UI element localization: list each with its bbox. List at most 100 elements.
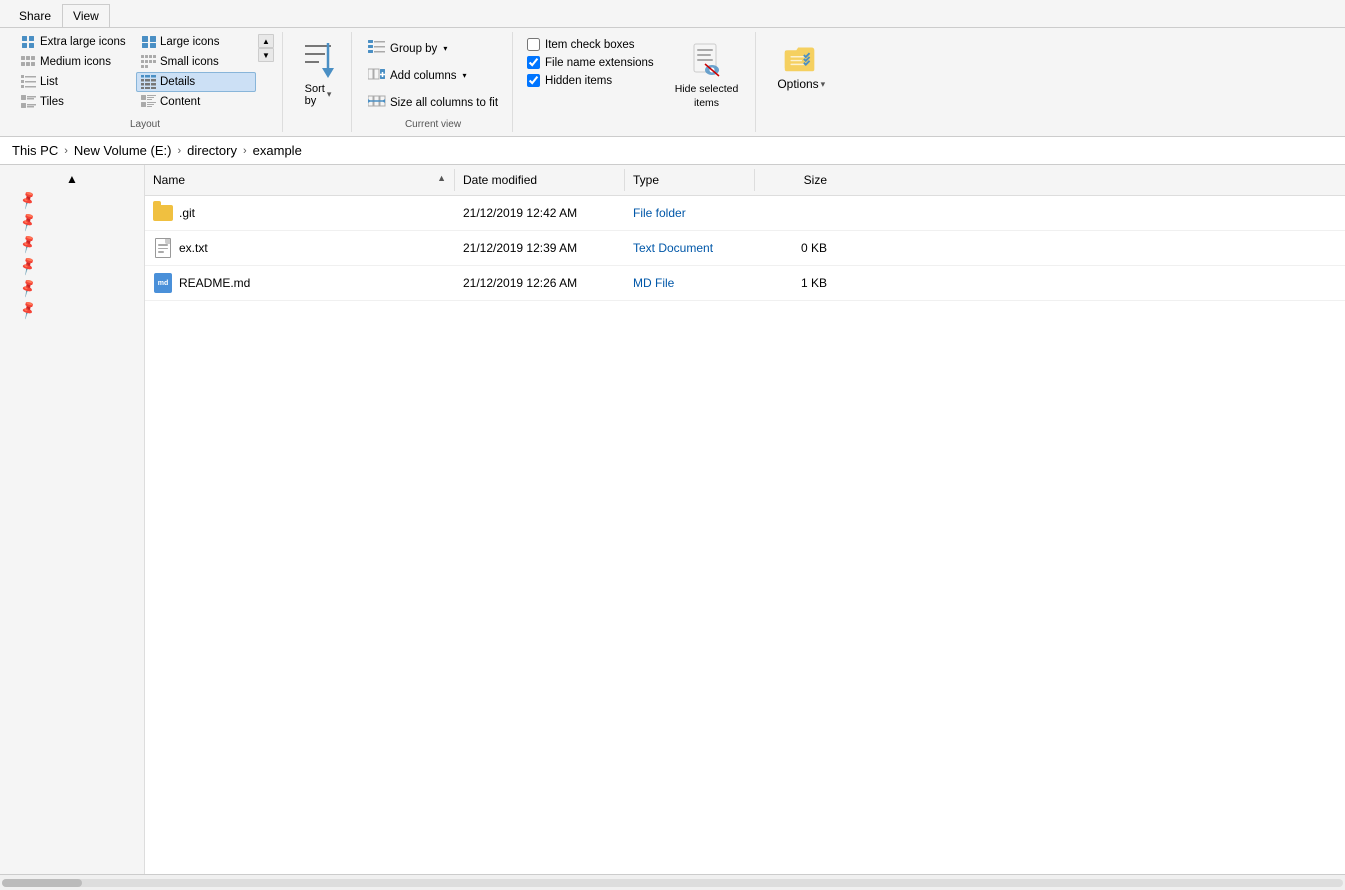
layout-tiles-label: Tiles (40, 96, 64, 108)
col-header-date[interactable]: Date modified (455, 169, 625, 191)
file-name-extensions-input[interactable] (527, 56, 540, 69)
small-icons-icon (141, 55, 157, 69)
current-view-group: Group by ▾ Add columns (354, 32, 513, 132)
sort-label: Sortby (305, 83, 325, 107)
hide-selected-icon (687, 41, 727, 81)
layout-large-icons[interactable]: Large icons (136, 32, 256, 52)
add-columns-arrow: ▾ (462, 71, 466, 80)
add-columns-label: Add columns (390, 70, 456, 82)
hidden-items-label: Hidden items (545, 75, 612, 87)
item-check-boxes-input[interactable] (527, 38, 540, 51)
medium-icons-icon (21, 55, 37, 69)
file-area: Name ▲ Date modified Type Size .git 2 (145, 165, 1345, 874)
group-by-button[interactable]: Group by ▾ (362, 36, 453, 61)
file-type-git: File folder (625, 202, 755, 224)
layout-details[interactable]: Details (136, 72, 256, 92)
file-name-txt-label: ex.txt (179, 241, 208, 255)
layout-large-label: Large icons (160, 36, 219, 48)
layout-scroll-down[interactable]: ▼ (258, 48, 274, 62)
show-hide-checkboxes: Item check boxes File name extensions Hi… (523, 36, 658, 89)
layout-group: Extra large icons Large icons (8, 32, 283, 132)
textfile-icon-wrapper (153, 238, 173, 258)
col-header-size[interactable]: Size (755, 169, 835, 191)
col-header-name[interactable]: Name ▲ (145, 169, 455, 191)
ribbon-tab-bar: Share View (0, 4, 1345, 27)
file-name-txt: ex.txt (145, 234, 455, 262)
options-group: Options ▾ (758, 32, 844, 132)
layout-content[interactable]: Content (136, 92, 256, 112)
file-type-txt: Text Document (625, 237, 755, 259)
file-name-extensions-toggle[interactable]: File name extensions (523, 54, 658, 71)
table-row[interactable]: ex.txt 21/12/2019 12:39 AM Text Document… (145, 231, 1345, 266)
scroll-thumb[interactable] (2, 879, 82, 887)
table-row[interactable]: .git 21/12/2019 12:42 AM File folder (145, 196, 1345, 231)
breadcrumb-new-volume[interactable]: New Volume (E:) (74, 143, 172, 158)
options-arrow: ▾ (821, 79, 826, 90)
sort-indicator: ▲ (437, 173, 446, 183)
hide-selected-items-button[interactable]: Hide selecteditems (666, 36, 748, 115)
table-row[interactable]: md README.md 21/12/2019 12:26 AM MD File… (145, 266, 1345, 301)
breadcrumb-example[interactable]: example (253, 143, 302, 158)
add-columns-button[interactable]: Add columns ▾ (362, 63, 473, 88)
hidden-items-toggle[interactable]: Hidden items (523, 72, 658, 89)
show-hide-group: Item check boxes File name extensions Hi… (515, 32, 756, 132)
layout-grid: Extra large icons Large icons (16, 32, 256, 112)
sidebar-pin-3[interactable]: 📌 (0, 233, 144, 255)
file-name-md: md README.md (145, 269, 455, 297)
layout-scroll-up[interactable]: ▲ (258, 34, 274, 48)
file-size-txt: 0 KB (755, 237, 835, 259)
group-by-label: Group by (390, 43, 437, 55)
options-label-area: Options ▾ (777, 77, 825, 91)
sidebar-pin-2[interactable]: 📌 (0, 211, 144, 233)
pin-icon-2: 📌 (17, 211, 39, 233)
file-type-md: MD File (625, 272, 755, 294)
layout-details-label: Details (160, 76, 195, 88)
file-header: Name ▲ Date modified Type Size (145, 165, 1345, 196)
breadcrumb-sep-3: › (243, 145, 247, 157)
layout-group-label: Layout (130, 115, 160, 132)
item-check-boxes-toggle[interactable]: Item check boxes (523, 36, 658, 53)
col-header-type[interactable]: Type (625, 169, 755, 191)
sort-dropdown-arrow: ▾ (327, 89, 332, 100)
layout-small-icons[interactable]: Small icons (136, 52, 256, 72)
size-all-columns-button[interactable]: Size all columns to fit (362, 90, 504, 115)
tab-view[interactable]: View (62, 4, 110, 27)
current-view-label: Current view (405, 115, 461, 132)
bottom-scrollbar[interactable] (0, 874, 1345, 890)
scroll-track[interactable] (2, 879, 1343, 887)
list-icon (21, 75, 37, 89)
sidebar-pin-1[interactable]: 📌 (0, 189, 144, 211)
extra-large-icons-icon (21, 35, 37, 49)
large-icons-icon (141, 35, 157, 49)
add-columns-icon (368, 67, 386, 84)
sidebar-pin-6[interactable]: 📌 (0, 299, 144, 321)
sidebar-pin-5[interactable]: 📌 (0, 277, 144, 299)
tab-share[interactable]: Share (8, 4, 62, 27)
layout-medium-icons[interactable]: Medium icons (16, 52, 136, 72)
file-name-extensions-label: File name extensions (545, 57, 654, 69)
hidden-items-input[interactable] (527, 74, 540, 87)
file-name-git-label: .git (179, 206, 195, 220)
sidebar: ▲ 📌 📌 📌 📌 📌 📌 (0, 165, 145, 874)
pin-icon-1: 📌 (17, 189, 39, 211)
mdfile-icon-wrapper: md (153, 273, 173, 293)
breadcrumb-directory[interactable]: directory (187, 143, 237, 158)
folder-icon (153, 203, 173, 223)
group-by-arrow: ▾ (443, 44, 447, 53)
breadcrumb-this-pc[interactable]: This PC (12, 143, 58, 158)
size-all-columns-label: Size all columns to fit (390, 97, 498, 109)
options-icon (781, 37, 821, 77)
file-date-txt: 21/12/2019 12:39 AM (455, 237, 625, 259)
layout-extra-large-icons[interactable]: Extra large icons (16, 32, 136, 52)
group-by-icon (368, 40, 386, 57)
layout-list[interactable]: List (16, 72, 136, 92)
sidebar-pin-4[interactable]: 📌 (0, 255, 144, 277)
options-button[interactable]: Options ▾ (766, 32, 836, 96)
sort-icon (300, 38, 336, 83)
layout-tiles[interactable]: Tiles (16, 92, 136, 112)
breadcrumb-sep-2: › (177, 145, 181, 157)
sort-by-button[interactable]: Sortby ▾ (293, 32, 343, 112)
sidebar-scroll-up[interactable]: ▲ (0, 169, 144, 189)
file-size-git (755, 209, 835, 217)
layout-small-label: Small icons (160, 56, 219, 68)
